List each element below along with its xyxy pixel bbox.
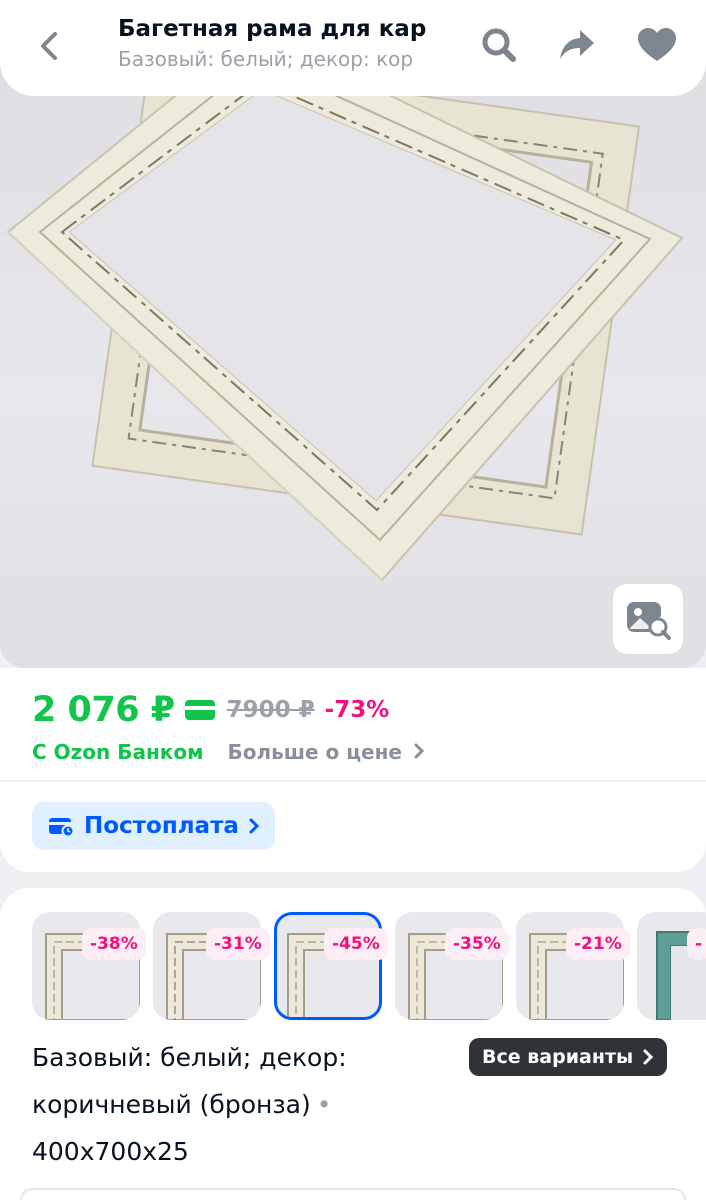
header-titles: Багетная рама для кар Базовый: белый; де… [118,14,428,74]
image-search-button[interactable] [613,584,683,654]
more-about-price-link[interactable]: Больше о цене [227,740,425,764]
product-image[interactable] [0,62,706,668]
chevron-right-icon [414,743,425,759]
chevron-right-icon [643,1049,654,1065]
heart-icon [638,28,676,61]
variant-discount: - [687,928,706,960]
variant-discount: -38% [82,928,146,960]
old-price: 7900 ₽ [226,697,315,723]
variant-discount: -21% [566,928,630,960]
search-button[interactable] [474,20,524,70]
bank-card-icon [184,700,215,720]
variant-discount: -45% [324,928,388,960]
more-about-price-label: Больше о цене [227,740,402,764]
frame-photo [6,62,684,582]
product-subtitle: Базовый: белый; декор: кор [118,47,414,71]
all-variants-label: Все варианты [482,1046,634,1068]
variant-description: Базовый: белый; декор: коричневый (бронз… [32,1034,452,1175]
variant-line: 400x700x25 [32,1137,189,1166]
chevron-right-icon [249,818,260,834]
next-card-edge [20,1188,686,1200]
separator-dot: • [316,1090,332,1119]
back-arrow-icon [41,32,57,60]
variant-discount: -31% [206,928,270,960]
variant-discount: -35% [445,928,509,960]
current-price: 2 076 ₽ [32,690,175,730]
ozon-bank-label: С Ozon Банком [32,740,204,764]
product-title: Багетная рама для кар [118,16,427,42]
bank-row: С Ozon Банком Больше о цене [32,740,425,764]
variant-thumbnails: -38% -31% -45% -35% -21% - [32,912,706,1022]
image-search-icon [627,602,671,640]
discount-badge: -73% [324,697,390,723]
top-bar: Багетная рама для кар Базовый: белый; де… [0,0,706,96]
share-button[interactable] [552,20,602,70]
divider [0,780,706,782]
search-icon [482,28,516,62]
share-icon [560,30,594,59]
variant-line: Базовый: белый; декор: [32,1043,347,1072]
variants-card: -38% -31% -45% -35% -21% - Базовый: белы… [0,888,706,1200]
favorite-button[interactable] [632,20,682,70]
variant-line-row: коричневый (бронза) • [32,1081,452,1128]
back-button[interactable] [26,22,74,70]
postpay-button[interactable]: Постоплата [32,802,275,850]
variant-line: коричневый (бронза) [32,1090,311,1119]
postpay-icon [49,818,74,837]
postpay-label: Постоплата [84,813,239,839]
all-variants-button[interactable]: Все варианты [469,1038,668,1076]
price-row: 2 076 ₽ 7900 ₽ -73% [32,686,389,734]
